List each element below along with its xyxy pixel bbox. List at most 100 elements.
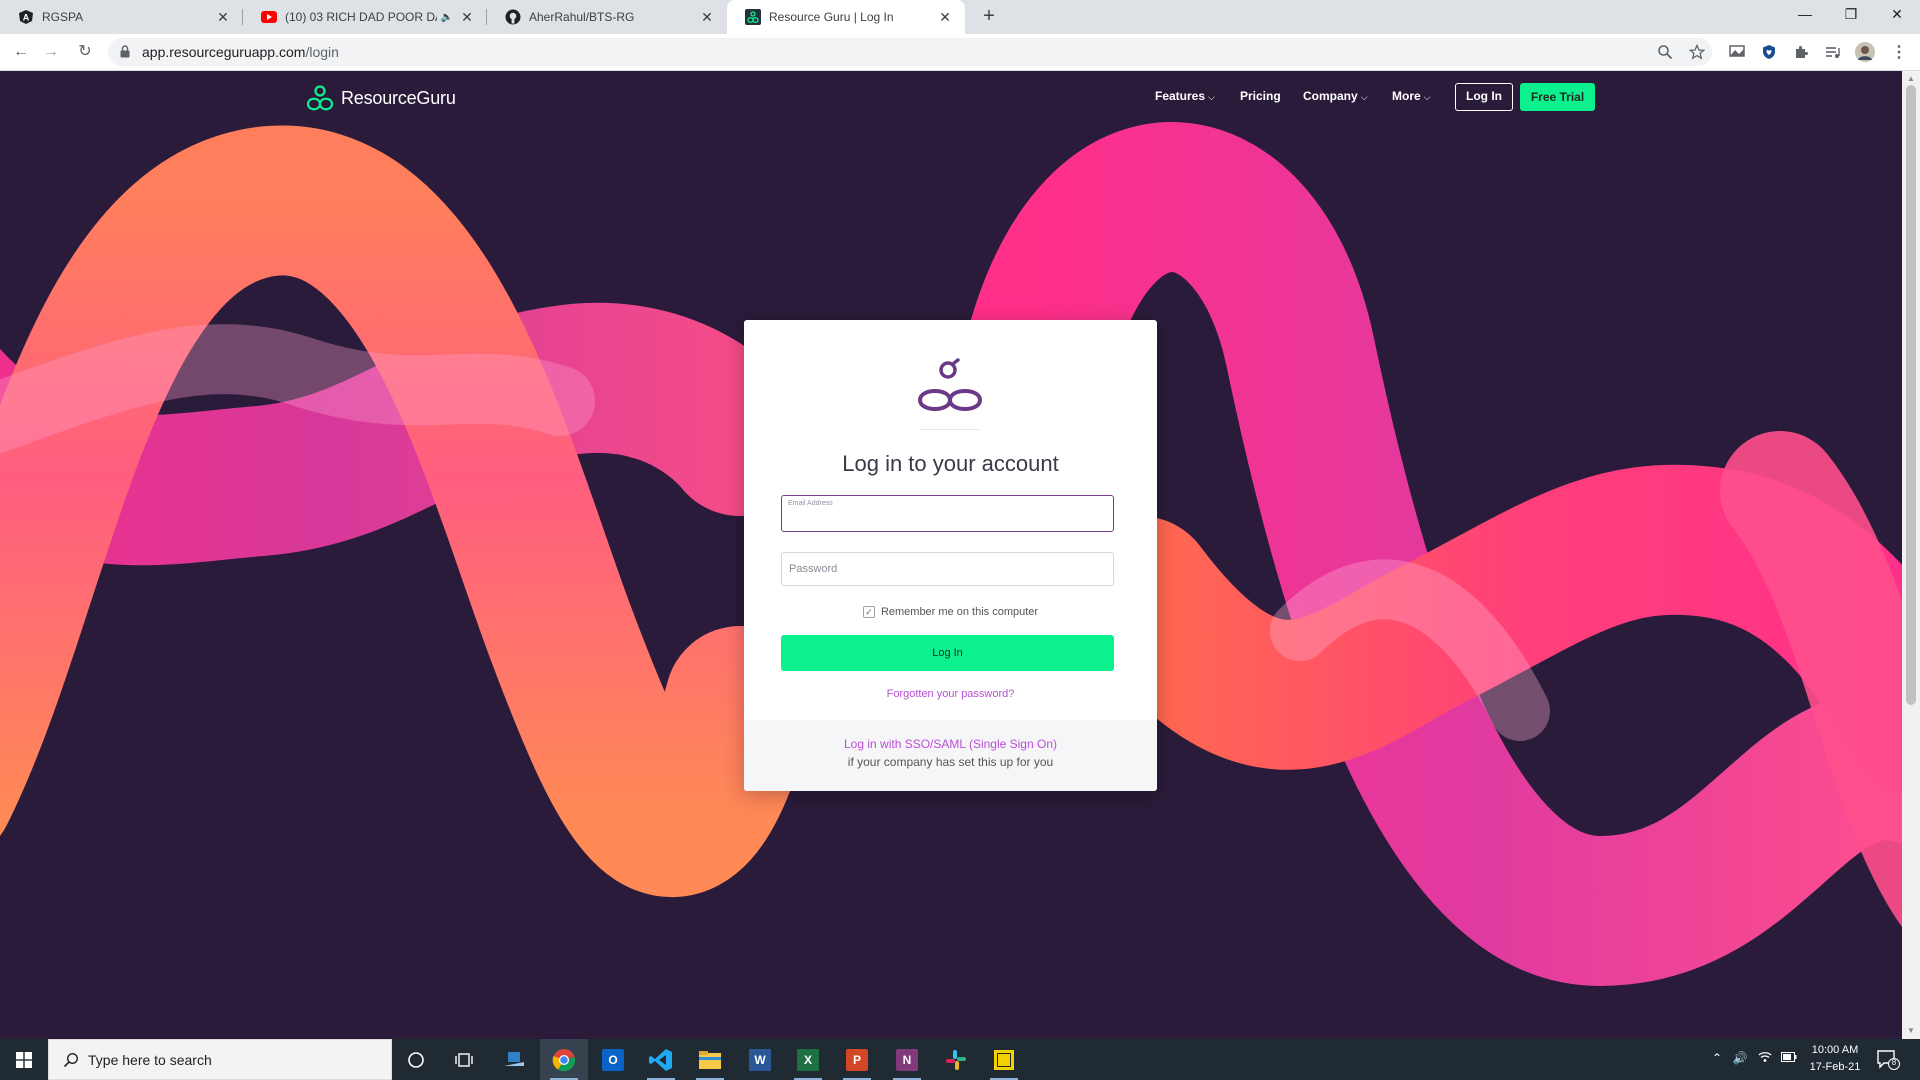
lock-icon[interactable] — [120, 45, 130, 58]
login-card: Log in to your account Email Address ✓ R… — [744, 320, 1157, 791]
action-center-button[interactable]: 8 — [1876, 1049, 1900, 1071]
clock-date[interactable]: 17-Feb-21 — [1806, 1061, 1864, 1073]
remember-me-row[interactable]: ✓ Remember me on this computer — [744, 606, 1157, 618]
browser-menu-icon[interactable]: ⋮ — [1888, 41, 1910, 63]
forward-arrow-icon[interactable]: → — [39, 40, 63, 64]
email-field[interactable]: Email Address — [781, 495, 1114, 532]
notification-count: 8 — [1891, 1058, 1897, 1067]
windows-taskbar: Type here to search O W X P N ⌃ 🔊 10:00 … — [0, 1039, 1920, 1080]
extensions-puzzle-icon[interactable] — [1790, 41, 1812, 63]
tab-title: RGSPA — [42, 10, 84, 24]
media-queue-icon[interactable] — [1822, 41, 1844, 63]
onenote-icon: N — [896, 1048, 918, 1071]
resourceguru-logo-icon — [306, 85, 334, 111]
taskbar-app-file-explorer[interactable] — [686, 1039, 734, 1080]
cloud-app-icon — [504, 1051, 524, 1066]
browser-tab-strip: A RGSPA ✕ (10) 03 RICH DAD POOR DAD 🔈 ✕ … — [0, 0, 1920, 34]
clock-time[interactable]: 10:00 AM — [1808, 1044, 1862, 1056]
taskbar-app-excel[interactable]: X — [784, 1039, 832, 1080]
word-icon: W — [749, 1048, 771, 1071]
shield-heart-extension-icon[interactable] — [1758, 41, 1780, 63]
tab-title: AherRahul/BTS-RG — [529, 10, 635, 24]
taskbar-app-onenote[interactable]: N — [883, 1039, 931, 1080]
sso-login-link[interactable]: Log in with SSO/SAML (Single Sign On) — [744, 737, 1157, 751]
url-host: app.resourceguruapp.com — [142, 44, 306, 60]
reload-icon[interactable]: ↻ — [73, 40, 97, 64]
speaker-muted-icon[interactable]: 🔈 — [441, 12, 453, 23]
powerpoint-icon: P — [846, 1048, 868, 1071]
vscode-icon — [649, 1048, 672, 1071]
tab-resourceguru[interactable]: Resource Guru | Log In ✕ — [727, 0, 965, 34]
new-tab-button[interactable]: + — [977, 5, 1001, 29]
taskbar-app-cloud[interactable] — [490, 1039, 538, 1080]
nav-company[interactable]: Company ⌵ — [1303, 89, 1368, 103]
nav-company-label: Company — [1303, 89, 1358, 103]
remember-me-label: Remember me on this computer — [880, 606, 1039, 618]
tab-title: (10) 03 RICH DAD POOR DAD — [285, 10, 437, 24]
profile-avatar-icon[interactable] — [1854, 41, 1876, 63]
taskbar-app-chrome[interactable] — [540, 1039, 588, 1080]
chevron-down-icon: ⌵ — [1208, 92, 1215, 102]
wifi-icon[interactable] — [1756, 1051, 1774, 1069]
nav-features[interactable]: Features ⌵ — [1155, 89, 1215, 103]
scroll-thumb[interactable] — [1906, 85, 1916, 705]
nav-pricing-label: Pricing — [1240, 89, 1281, 103]
close-tab-icon[interactable]: ✕ — [215, 9, 231, 25]
web-page: ResourceGuru Features ⌵ Pricing Company ⌵ … — [0, 71, 1902, 1039]
battery-icon[interactable] — [1780, 1051, 1798, 1069]
site-logo[interactable]: ResourceGuru — [305, 84, 456, 112]
taskbar-app-sticky-notes[interactable] — [980, 1039, 1028, 1080]
outlook-icon: O — [602, 1048, 624, 1071]
task-view-button[interactable] — [440, 1039, 488, 1080]
cast-extension-icon[interactable] — [1726, 41, 1748, 63]
minimize-window-button[interactable]: — — [1782, 0, 1828, 30]
close-tab-icon[interactable]: ✕ — [699, 9, 715, 25]
taskbar-app-outlook[interactable]: O — [589, 1039, 637, 1080]
url-path: /login — [305, 44, 339, 60]
page-scrollbar[interactable]: ▲ ▼ — [1902, 71, 1920, 1039]
scroll-down-arrow-icon[interactable]: ▼ — [1906, 1026, 1916, 1036]
taskbar-app-vscode[interactable] — [637, 1039, 685, 1080]
windows-logo-icon — [16, 1051, 32, 1068]
slack-icon — [946, 1049, 966, 1070]
url-text[interactable]: app.resourceguruapp.com/login — [142, 44, 339, 60]
tab-github[interactable]: AherRahul/BTS-RG ✕ — [487, 0, 727, 34]
tab-youtube[interactable]: (10) 03 RICH DAD POOR DAD 🔈 ✕ — [243, 0, 487, 34]
sso-note: if your company has set this up for you — [847, 755, 1054, 769]
taskbar-app-slack[interactable] — [932, 1039, 980, 1080]
password-input[interactable] — [781, 552, 1114, 586]
taskbar-search-box[interactable]: Type here to search — [48, 1039, 392, 1080]
nav-pricing[interactable]: Pricing — [1240, 89, 1281, 103]
login-title: Log in to your account — [842, 451, 1059, 476]
remember-me-checkbox[interactable]: ✓ — [862, 606, 875, 618]
free-trial-button[interactable]: Free Trial — [1520, 83, 1595, 111]
email-input[interactable] — [788, 510, 1106, 528]
angular-logo-icon: A — [18, 9, 34, 25]
volume-icon[interactable]: 🔊 — [1731, 1051, 1749, 1069]
close-tab-icon[interactable]: ✕ — [459, 9, 475, 25]
windows-start-button[interactable] — [0, 1039, 48, 1080]
zoom-icon[interactable] — [1654, 41, 1676, 63]
close-window-button[interactable]: ✕ — [1874, 0, 1920, 30]
taskbar-app-word[interactable]: W — [736, 1039, 784, 1080]
login-submit-button[interactable]: Log In — [781, 635, 1114, 671]
forgot-password-link[interactable]: Forgotten your password? — [744, 688, 1157, 700]
taskbar-app-powerpoint[interactable]: P — [833, 1039, 881, 1080]
divider — [920, 429, 980, 430]
github-icon — [505, 9, 521, 25]
back-arrow-icon[interactable]: ← — [9, 40, 33, 64]
tab-rgspa[interactable]: A RGSPA ✕ — [0, 0, 243, 34]
cortana-circle-icon — [408, 1051, 424, 1068]
header-login-button[interactable]: Log In — [1455, 83, 1513, 111]
chevron-down-icon: ⌵ — [1360, 92, 1368, 102]
taskbar-search-placeholder: Type here to search — [88, 1052, 212, 1068]
close-tab-icon[interactable]: ✕ — [937, 9, 953, 25]
nav-more[interactable]: More ⌵ — [1392, 89, 1431, 103]
restore-window-button[interactable]: ❐ — [1828, 0, 1874, 30]
browser-toolbar: ← → ↻ app.resourceguruapp.com/login ⋮ — [0, 34, 1920, 71]
address-bar[interactable] — [108, 38, 1712, 66]
scroll-up-arrow-icon[interactable]: ▲ — [1906, 74, 1916, 84]
cortana-button[interactable] — [392, 1039, 440, 1080]
show-hidden-icons-chevron-icon[interactable]: ⌃ — [1708, 1051, 1726, 1069]
bookmark-star-icon[interactable] — [1686, 41, 1708, 63]
